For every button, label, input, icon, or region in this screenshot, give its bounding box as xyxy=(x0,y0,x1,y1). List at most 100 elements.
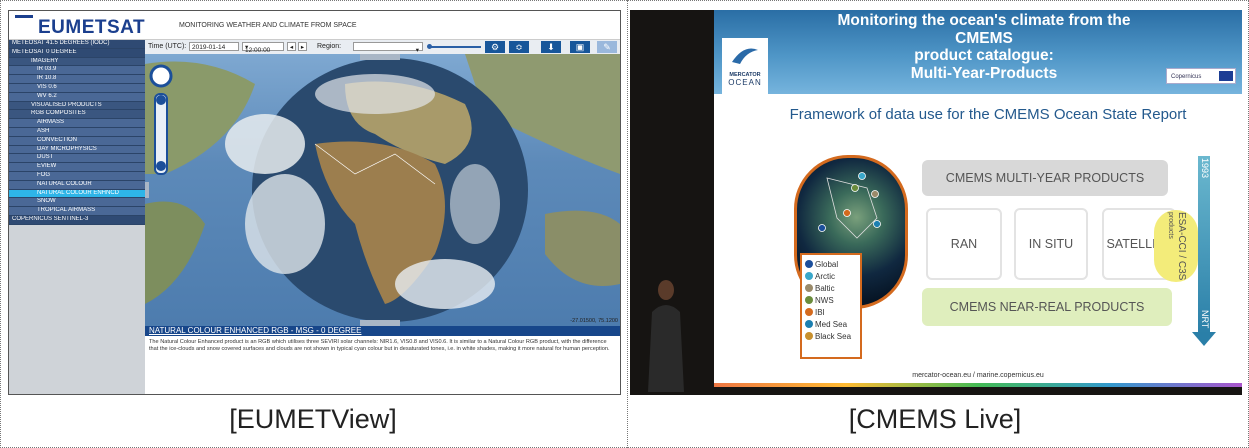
sidebar-item[interactable]: TROPICAL AIRMASS xyxy=(9,207,145,216)
copernicus-text: Copernicus xyxy=(1171,74,1202,80)
esa-cci-text: ESA-CCI / C3S xyxy=(1176,212,1187,281)
legend-marker xyxy=(805,284,813,292)
legend-marker xyxy=(805,260,813,268)
sidebar-item[interactable]: METEOSAT 0 DEGREE xyxy=(9,48,145,58)
esa-products-text: products xyxy=(1167,212,1174,239)
panel-divider xyxy=(627,0,628,448)
download-icon[interactable]: ⬇ xyxy=(541,41,561,53)
legend-item: NWS xyxy=(805,295,857,307)
legend-item: Baltic xyxy=(805,283,857,295)
time-label: Time (UTC): xyxy=(148,43,187,50)
zoom-out-icon[interactable] xyxy=(156,161,166,171)
eu-flag-icon xyxy=(1219,71,1233,81)
sidebar-item[interactable]: ASH xyxy=(9,127,145,137)
sidebar-item[interactable]: IMAGERY xyxy=(9,57,145,67)
slide-title: Monitoring the ocean's climate from the … xyxy=(814,12,1154,82)
sidebar-item[interactable]: WV 6.2 xyxy=(9,92,145,102)
date-input[interactable]: 2019-01-14 xyxy=(189,42,239,51)
legend-label: Black Sea xyxy=(815,332,852,341)
time-select[interactable]: 12:00:00 ▾ xyxy=(242,42,284,54)
ocean-text: OCEAN xyxy=(728,78,762,87)
multi-year-products-box: CMEMS MULTI-YEAR PRODUCTS xyxy=(922,160,1168,196)
sidebar-item[interactable]: VIS 0.6 xyxy=(9,83,145,93)
eumetsat-swoosh-icon xyxy=(15,15,33,32)
region-label: Region: xyxy=(317,43,342,50)
legend-marker xyxy=(805,272,813,280)
eumetview-header: EUMETSAT MONITORING WEATHER AND CLIMATE … xyxy=(9,11,620,40)
sidebar-item[interactable]: METEOSAT 41.5 DEGREES (IODC) xyxy=(9,40,145,49)
pan-control[interactable] xyxy=(149,64,173,88)
zoom-in-icon[interactable] xyxy=(156,95,166,105)
sidebar-item[interactable]: IR 03.9 xyxy=(9,66,145,76)
legend-label: IBI xyxy=(815,308,825,317)
legend-marker xyxy=(805,296,813,304)
slide-title-line3: Multi-Year-Products xyxy=(910,64,1058,82)
footer-color-bar xyxy=(714,383,1242,387)
sidebar-item[interactable]: EVIEW xyxy=(9,163,145,172)
cloud-south-atlantic xyxy=(245,174,325,274)
sidebar-item[interactable]: DUST xyxy=(9,154,145,164)
coordinate-readout: -27.01500, 75.1200 xyxy=(570,318,618,324)
legend-label: Med Sea xyxy=(815,320,848,329)
legend-marker xyxy=(805,308,813,316)
legend-label: Baltic xyxy=(815,284,835,293)
save-icon[interactable]: ▣ xyxy=(570,41,590,53)
eumetview-tagline: MONITORING WEATHER AND CLIMATE FROM SPAC… xyxy=(179,22,357,29)
region-select[interactable]: ▾ xyxy=(353,42,423,54)
mercator-wave-icon xyxy=(732,48,758,64)
eumetview-toolbar: Time (UTC): 2019-01-14 12:00:00 ▾ ◂ ▸ Re… xyxy=(145,40,620,54)
opacity-slider-track[interactable] xyxy=(429,46,481,48)
sidebar-item[interactable]: CONVECTION xyxy=(9,136,145,146)
opacity-slider-handle[interactable] xyxy=(427,44,432,49)
ran-box: RAN xyxy=(926,208,1002,280)
legend-item: Black Sea xyxy=(805,331,857,343)
sidebar-item[interactable]: RGB COMPOSITES xyxy=(9,110,145,120)
region-legend: Global Arctic Baltic NWS IBI Med Sea Black Sea xyxy=(800,253,862,359)
sidebar-item[interactable]: FOG xyxy=(9,171,145,181)
sidebar-item[interactable]: AIRMASS xyxy=(9,119,145,128)
sidebar-item[interactable]: DAY MICROPHYSICS xyxy=(9,145,145,155)
product-info-text: The Natural Colour Enhanced product is a… xyxy=(149,339,610,352)
slide-title-line2: product catalogue: xyxy=(914,47,1054,64)
land-south-america xyxy=(145,201,205,304)
presentation-slide: Monitoring the ocean's climate from the … xyxy=(714,10,1242,387)
legend-label: Global xyxy=(815,260,839,269)
cloud-atlantic xyxy=(225,114,305,174)
slide-footer: mercator-ocean.eu / marine.copernicus.eu xyxy=(912,372,1044,379)
satellite-image-svg xyxy=(145,54,620,326)
collapse-left-handle[interactable] xyxy=(145,182,149,198)
satellite-map[interactable]: -27.01500, 75.1200 xyxy=(145,54,620,326)
eumetsat-logo[interactable]: EUMETSAT xyxy=(15,15,145,39)
legend-label: NWS xyxy=(815,296,834,305)
slide-banner: Monitoring the ocean's climate from the … xyxy=(714,10,1242,94)
slide-title-line1: Monitoring the ocean's climate from the … xyxy=(837,12,1131,47)
sidebar-item[interactable]: SNOW xyxy=(9,198,145,208)
timeline-arrow-shaft xyxy=(1198,156,1210,334)
legend-item: IBI xyxy=(805,307,857,319)
esa-cci-label: ESA-CCI / C3S products xyxy=(1167,212,1187,282)
sidebar-item[interactable]: COPERNICUS SENTINEL-3 xyxy=(9,215,145,225)
sidebar-item[interactable]: VISUALISED PRODUCTS xyxy=(9,101,145,111)
in-situ-box: IN SITU xyxy=(1014,208,1088,280)
collapse-top-handle[interactable] xyxy=(360,54,400,60)
next-time-button[interactable]: ▸ xyxy=(298,42,307,51)
gear-icon[interactable]: ⚙ xyxy=(485,41,505,53)
product-info-title[interactable]: NATURAL COLOUR ENHANCED RGB - MSG - 0 DE… xyxy=(145,326,620,336)
sidebar-item[interactable]: NATURAL COLOUR xyxy=(9,180,145,190)
eumetview-caption: [EUMETView] xyxy=(229,404,397,434)
speaker-figure xyxy=(648,280,684,392)
legend-item: Med Sea xyxy=(805,319,857,331)
prev-time-button[interactable]: ◂ xyxy=(287,42,296,51)
sidebar-item[interactable]: IR 10.8 xyxy=(9,75,145,84)
eumetview-screenshot: EUMETSAT MONITORING WEATHER AND CLIMATE … xyxy=(8,10,621,395)
copernicus-logo: Copernicus xyxy=(1166,68,1236,84)
timeline-start-label: 1993 xyxy=(1200,158,1210,179)
legend-marker xyxy=(805,332,813,340)
layer-sidebar: METEOSAT 41.5 DEGREES (IODC) METEOSAT 0 D… xyxy=(9,40,145,394)
mercator-ocean-logo: MERCATOR OCEAN xyxy=(722,38,768,100)
cmems-live-screenshot: Monitoring the ocean's climate from the … xyxy=(630,10,1242,395)
legend-marker xyxy=(805,320,813,328)
edit-icon[interactable]: ✎ xyxy=(597,41,617,53)
sidebar-item[interactable]: NATURAL COLOUR ENHNCD xyxy=(9,189,145,199)
layers-icon[interactable]: ≎ xyxy=(509,41,529,53)
